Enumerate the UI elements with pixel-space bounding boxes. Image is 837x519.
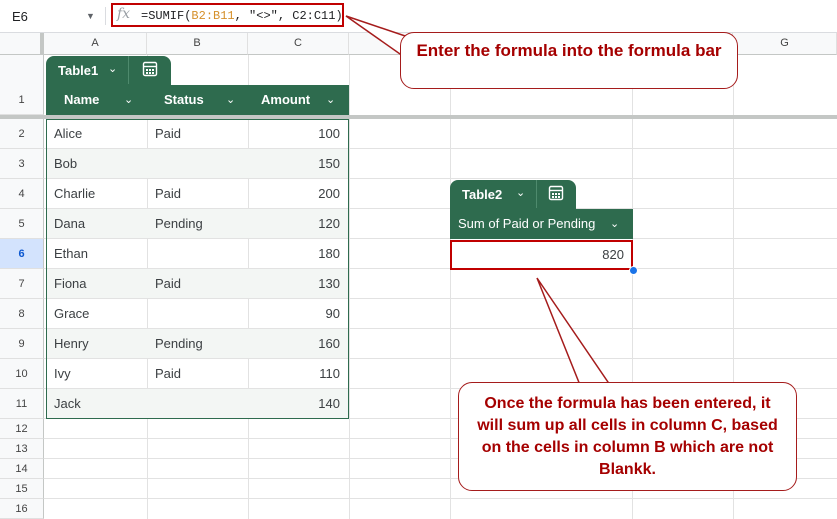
callout-top-text: Enter the formula into the formula bar — [416, 41, 721, 60]
callout-formula-bar: Enter the formula into the formula bar — [400, 32, 738, 89]
callout-explanation: Once the formula has been entered, it wi… — [458, 382, 797, 491]
callout-bottom-text: Once the formula has been entered, it wi… — [477, 395, 778, 478]
